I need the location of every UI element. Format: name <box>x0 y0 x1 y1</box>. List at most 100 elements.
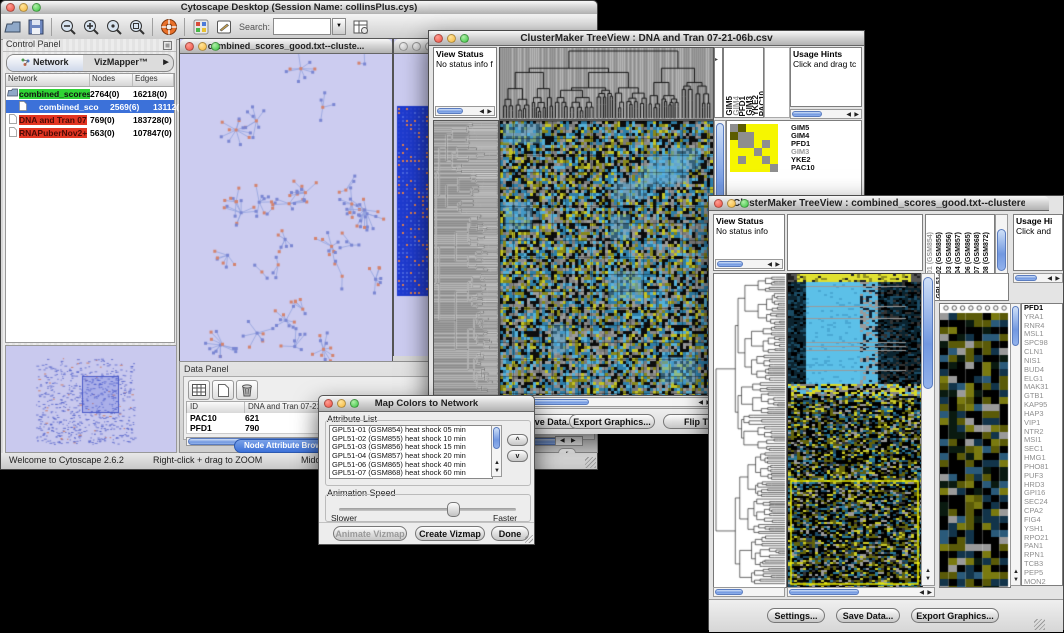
matrix-cell[interactable] <box>762 124 770 132</box>
minimize-button[interactable] <box>198 42 207 51</box>
scrollbar-thumb[interactable] <box>715 589 743 595</box>
matrix-cell[interactable] <box>746 140 754 148</box>
heatmap-hscrollbar[interactable]: ◀ ▶ <box>787 587 935 597</box>
scrollbar-thumb[interactable] <box>789 589 859 595</box>
matrix-cell[interactable] <box>770 148 778 156</box>
column-dendrogram-canvas[interactable] <box>499 47 714 120</box>
col-nodes[interactable]: Nodes <box>90 74 133 86</box>
zoom-fit-icon[interactable] <box>126 17 147 37</box>
matrix-cell[interactable] <box>754 132 762 140</box>
matrix-cell[interactable] <box>746 132 754 140</box>
correlation-matrix[interactable] <box>730 124 778 172</box>
annotation-icon[interactable] <box>213 17 234 37</box>
scroll-left-icon[interactable]: ◀ <box>767 262 772 269</box>
scroll-left-icon[interactable]: ◀ <box>560 438 565 445</box>
delete-attribute-icon[interactable] <box>236 380 258 400</box>
minimize-button[interactable] <box>19 3 28 12</box>
scroll-right-icon[interactable]: ▶ <box>487 109 492 116</box>
zoom-out-icon[interactable] <box>57 17 78 37</box>
col-network[interactable]: Network <box>6 74 90 86</box>
birdseye-view[interactable] <box>5 345 177 453</box>
matrix-cell[interactable] <box>746 156 754 164</box>
scroll-up-icon[interactable]: ▲ <box>1013 569 1019 576</box>
gene-list[interactable]: PFD1YRA1RNR4MSL1SPC98CLN1NIS1BUD4ELG1MAK… <box>1021 303 1063 586</box>
matrix-cell[interactable] <box>738 124 746 132</box>
matrix-cell[interactable] <box>754 148 762 156</box>
heatmap-canvas[interactable] <box>787 273 923 588</box>
scroll-up-icon[interactable]: ▲ <box>494 460 500 467</box>
network-window-1-titlebar[interactable]: combined_scores_good.txt--cluste... <box>180 39 392 54</box>
network-row[interactable]: RNAPuberNov2+ 563(0) 107847(0) <box>6 126 174 139</box>
network-window-1[interactable]: combined_scores_good.txt--cluste... <box>179 38 393 361</box>
matrix-cell[interactable] <box>738 156 746 164</box>
matrix-cell[interactable] <box>762 140 770 148</box>
tab-vizmapper[interactable]: VizMapper™ <box>83 55 159 71</box>
matrix-cell[interactable] <box>730 148 738 156</box>
scroll-right-icon[interactable]: ▶ <box>927 590 932 597</box>
hscrollbar[interactable]: ◀ ▶ <box>790 109 862 119</box>
matrix-cell[interactable] <box>738 148 746 156</box>
row-dendrogram-canvas[interactable] <box>713 273 787 588</box>
scrollbar-thumb[interactable] <box>437 108 463 114</box>
scrollbar-thumb[interactable] <box>792 111 822 117</box>
hscrollbar[interactable] <box>713 587 785 597</box>
hscrollbar[interactable]: ◀ ▶ <box>715 259 783 269</box>
scroll-right-icon[interactable]: ▶ <box>1055 276 1060 283</box>
col-edges[interactable]: Edges <box>133 74 174 86</box>
matrix-cell[interactable] <box>770 164 778 172</box>
close-button[interactable] <box>185 42 194 51</box>
done-button[interactable]: Done <box>491 526 529 541</box>
resize-grip[interactable] <box>1034 619 1045 630</box>
matrix-cell[interactable] <box>746 148 754 156</box>
save-icon[interactable] <box>25 17 46 37</box>
matrix-cell[interactable] <box>738 140 746 148</box>
scroll-down-icon[interactable]: ▼ <box>494 468 500 475</box>
network-row-selected[interactable]: combined_sco 2569(6) 13112(15) <box>6 100 174 113</box>
scroll-left-icon[interactable]: ◀ <box>698 400 703 407</box>
zoom-selected-icon[interactable] <box>103 17 124 37</box>
search-dropdown-arrow[interactable]: ▼ <box>332 18 346 35</box>
resize-grip[interactable] <box>525 535 533 543</box>
tab-network[interactable]: Network <box>7 55 83 71</box>
treeview1-titlebar[interactable]: ClusterMaker TreeView : DNA and Tran 07-… <box>429 31 864 46</box>
scrollbar-thumb[interactable] <box>493 427 500 449</box>
scrollbar-thumb[interactable] <box>1015 275 1037 281</box>
scroll-left-icon[interactable]: ◀ <box>479 109 484 116</box>
scrollbar-thumb[interactable] <box>717 261 743 267</box>
zoom-heatmap-canvas[interactable] <box>939 303 1011 588</box>
settings-button[interactable]: Settings... <box>767 608 825 623</box>
scrollbar-fragment[interactable]: ◀ ▶ <box>555 436 583 446</box>
scrollbar-thumb[interactable] <box>1012 306 1019 346</box>
matrix-cell[interactable] <box>730 124 738 132</box>
matrix-cell[interactable] <box>762 164 770 172</box>
matrix-cell[interactable] <box>762 148 770 156</box>
scroll-up-icon[interactable]: ▲ <box>925 568 931 575</box>
animation-slider-track[interactable] <box>339 508 516 511</box>
matrix-cell[interactable] <box>738 164 746 172</box>
save-data-button[interactable]: Save Data... <box>836 608 900 623</box>
matrix-cell[interactable] <box>730 140 738 148</box>
hscrollbar[interactable]: ◀ ▶ <box>435 106 495 116</box>
main-titlebar[interactable]: Cytoscape Desktop (Session Name: collins… <box>1 1 597 15</box>
close-button[interactable] <box>714 199 723 208</box>
dialog-titlebar[interactable]: Map Colors to Network <box>319 396 534 412</box>
attribute-list-vscrollbar[interactable]: ▲ ▼ <box>491 425 502 477</box>
close-button[interactable] <box>324 399 333 408</box>
matrix-cell[interactable] <box>730 132 738 140</box>
zoom-in-icon[interactable] <box>80 17 101 37</box>
network-1-canvas[interactable] <box>180 54 392 361</box>
minimize-button[interactable] <box>412 42 421 51</box>
matrix-cell[interactable] <box>754 140 762 148</box>
new-attribute-icon[interactable] <box>212 380 234 400</box>
scroll-right-icon[interactable]: ▶ <box>775 262 780 269</box>
scrollbar-thumb[interactable] <box>923 277 933 389</box>
move-down-button[interactable]: v <box>507 450 528 462</box>
heatmap-canvas[interactable] <box>499 120 714 396</box>
tabs-overflow-arrow[interactable]: ▶ <box>159 55 173 71</box>
gene-list-item[interactable]: MON2 <box>1024 578 1062 586</box>
attribute-item[interactable]: GPL51-07 (GSM868) heat shock 60 min <box>330 469 492 478</box>
animation-slider-thumb[interactable] <box>447 502 460 517</box>
scroll-right-icon[interactable]: ▶ <box>571 438 576 445</box>
col-id[interactable]: ID <box>187 402 245 413</box>
network-row[interactable]: combined_scores 2764(0) 16218(0) <box>6 87 174 100</box>
